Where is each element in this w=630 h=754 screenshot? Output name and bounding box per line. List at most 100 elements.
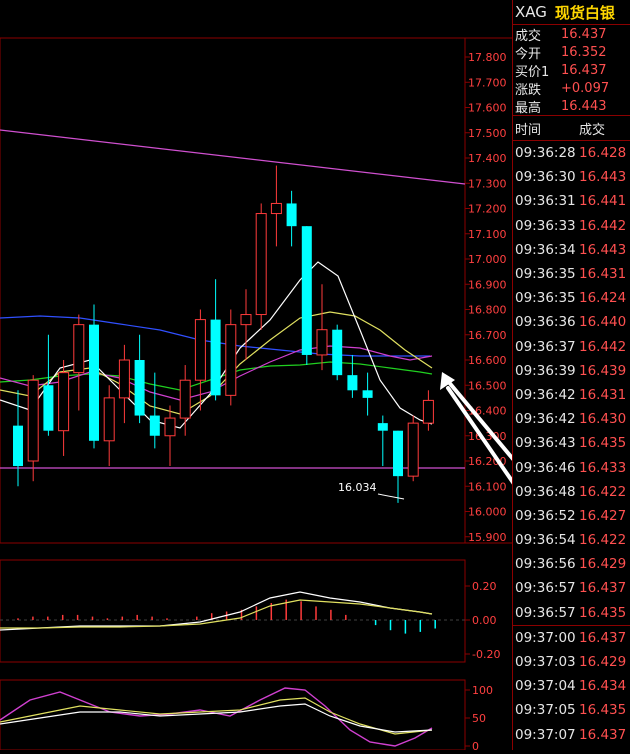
candle-body: [89, 324, 99, 441]
tick-row: 09:36:46 16.433: [513, 455, 630, 479]
tick-time: 09:37:03: [515, 654, 576, 671]
price-axis-label: 16.900: [468, 278, 507, 291]
tick-row: 09:36:33 16.442: [513, 214, 630, 238]
tick-row: 09:36:31 16.441: [513, 189, 630, 213]
candle: [164, 405, 176, 467]
candlestick-chart[interactable]: 17.800 17.700 17.600 17.500 17.400 17.300 17.2…: [0, 0, 630, 753]
price-axis-label: 17.700: [468, 76, 507, 89]
tick-time: 09:36:54: [515, 532, 576, 549]
candle: [422, 390, 434, 431]
tick-list[interactable]: 09:37:00 16.437 09:37:03 16.429 09:37:04 16.4…: [513, 626, 630, 747]
price-axis-label: 17.400: [468, 152, 507, 165]
tick-row: 09:37:00 16.437: [513, 626, 630, 650]
price-axis-label: 17.800: [468, 51, 507, 64]
price-axis-label: 16.100: [468, 480, 507, 493]
ticks-header: 时间 成交: [513, 116, 630, 141]
instrument-header: XAG 现货白银: [513, 0, 630, 25]
candle: [118, 344, 130, 424]
candle: [179, 365, 191, 436]
quote-label: 最高: [515, 100, 542, 116]
price-axis-label: 16.700: [468, 329, 507, 342]
candle: [362, 372, 373, 416]
tick-price: 16.422: [579, 483, 627, 500]
candle-body: [225, 324, 237, 396]
tick-time: 09:36:57: [515, 604, 576, 621]
kdj-axis: 100 50 0: [465, 684, 493, 753]
tick-time: 09:36:34: [515, 241, 576, 258]
tick-row: 09:37:03 16.429: [513, 650, 630, 674]
quote-row: 今开 16.352: [513, 43, 630, 62]
quote-row: 成交 16.437: [513, 25, 630, 44]
tick-time: 09:36:30: [515, 169, 576, 186]
candle: [134, 334, 145, 424]
candle-body: [134, 360, 145, 416]
tick-time: 09:36:33: [515, 217, 576, 234]
tick-row: 09:36:57 16.437: [513, 576, 630, 600]
price-axis-label: 17.600: [468, 102, 507, 115]
price-axis-label: 16.300: [468, 430, 507, 443]
candle-body: [164, 417, 176, 437]
macd-axis-label: 0.20: [472, 580, 497, 593]
tick-row: 09:36:37 16.442: [513, 335, 630, 359]
tick-time: 09:36:35: [515, 266, 576, 283]
candle: [225, 309, 237, 406]
tick-time: 09:36:42: [515, 386, 576, 403]
tick-row: 09:36:34 16.443: [513, 238, 630, 262]
trend-line: [0, 129, 466, 185]
tick-row: 09:36:56 16.429: [513, 552, 630, 576]
kdj-axis-label: 100: [472, 684, 493, 697]
tick-time: 09:36:46: [515, 459, 576, 476]
price-axis-label: 17.100: [468, 228, 507, 241]
tick-time: 09:36:52: [515, 507, 576, 524]
instrument-name: 现货白银: [554, 3, 615, 22]
candle-body: [13, 425, 23, 467]
candle-body: [347, 375, 358, 391]
tick-time: 09:37:00: [515, 629, 576, 646]
candle-body: [73, 324, 85, 374]
tick-time: 09:36:48: [515, 483, 576, 500]
candle: [407, 415, 419, 482]
tick-price: 16.431: [579, 386, 627, 403]
tick-price: 16.430: [579, 411, 627, 428]
price-axis-label: 16.000: [468, 506, 507, 519]
tick-price: 16.435: [579, 604, 627, 621]
tick-time: 09:37:07: [515, 726, 576, 743]
candle-body: [270, 202, 282, 215]
tick-row: 09:36:35 16.431: [513, 262, 630, 286]
tick-row: 09:36:36 16.440: [513, 310, 630, 334]
tick-time: 09:36:31: [515, 193, 576, 210]
price-axis-label: 16.600: [468, 354, 507, 367]
candle: [347, 354, 358, 398]
quote-label: 买价1: [515, 64, 550, 80]
tick-row: 09:36:52 16.427: [513, 504, 630, 528]
tick-row: 09:36:42 16.430: [513, 407, 630, 431]
candle: [73, 314, 85, 411]
candle-body: [194, 319, 206, 381]
chart-area[interactable]: 17.800 17.700 17.600 17.500 17.400 17.300 17.2…: [0, 0, 630, 753]
tick-price: 16.437: [579, 629, 627, 646]
tick-price: 16.427: [579, 507, 627, 524]
tick-list[interactable]: 09:36:28 16.428 09:36:30 16.443 09:36:31 16.4…: [513, 141, 630, 625]
candle-body: [286, 203, 297, 227]
quote-row: 买价1 16.437: [513, 61, 630, 80]
tick-row: 09:37:05 16.435: [513, 698, 630, 722]
tick-time: 09:36:39: [515, 362, 576, 379]
quote-label: 今开: [515, 46, 542, 62]
candle-body: [210, 319, 221, 396]
price-axis-label: 16.800: [468, 304, 507, 317]
macd-axis-label: 0.00: [472, 614, 497, 627]
quote-value: 16.352: [561, 44, 607, 60]
macd-axis: 0.20 0.00 -0.20: [465, 580, 500, 661]
quote-label: 成交: [515, 28, 542, 44]
candle: [27, 375, 39, 482]
candle-body: [301, 226, 312, 355]
quote-value: 16.437: [561, 62, 607, 78]
candle: [332, 324, 343, 381]
tick-price: 16.442: [579, 338, 627, 355]
candle: [210, 279, 221, 401]
price-axis-label: 17.000: [468, 253, 507, 266]
kdj-j-line: [0, 703, 433, 733]
candle: [286, 190, 297, 247]
kdj-k-line: [0, 687, 433, 747]
tick-price: 16.443: [579, 241, 627, 258]
